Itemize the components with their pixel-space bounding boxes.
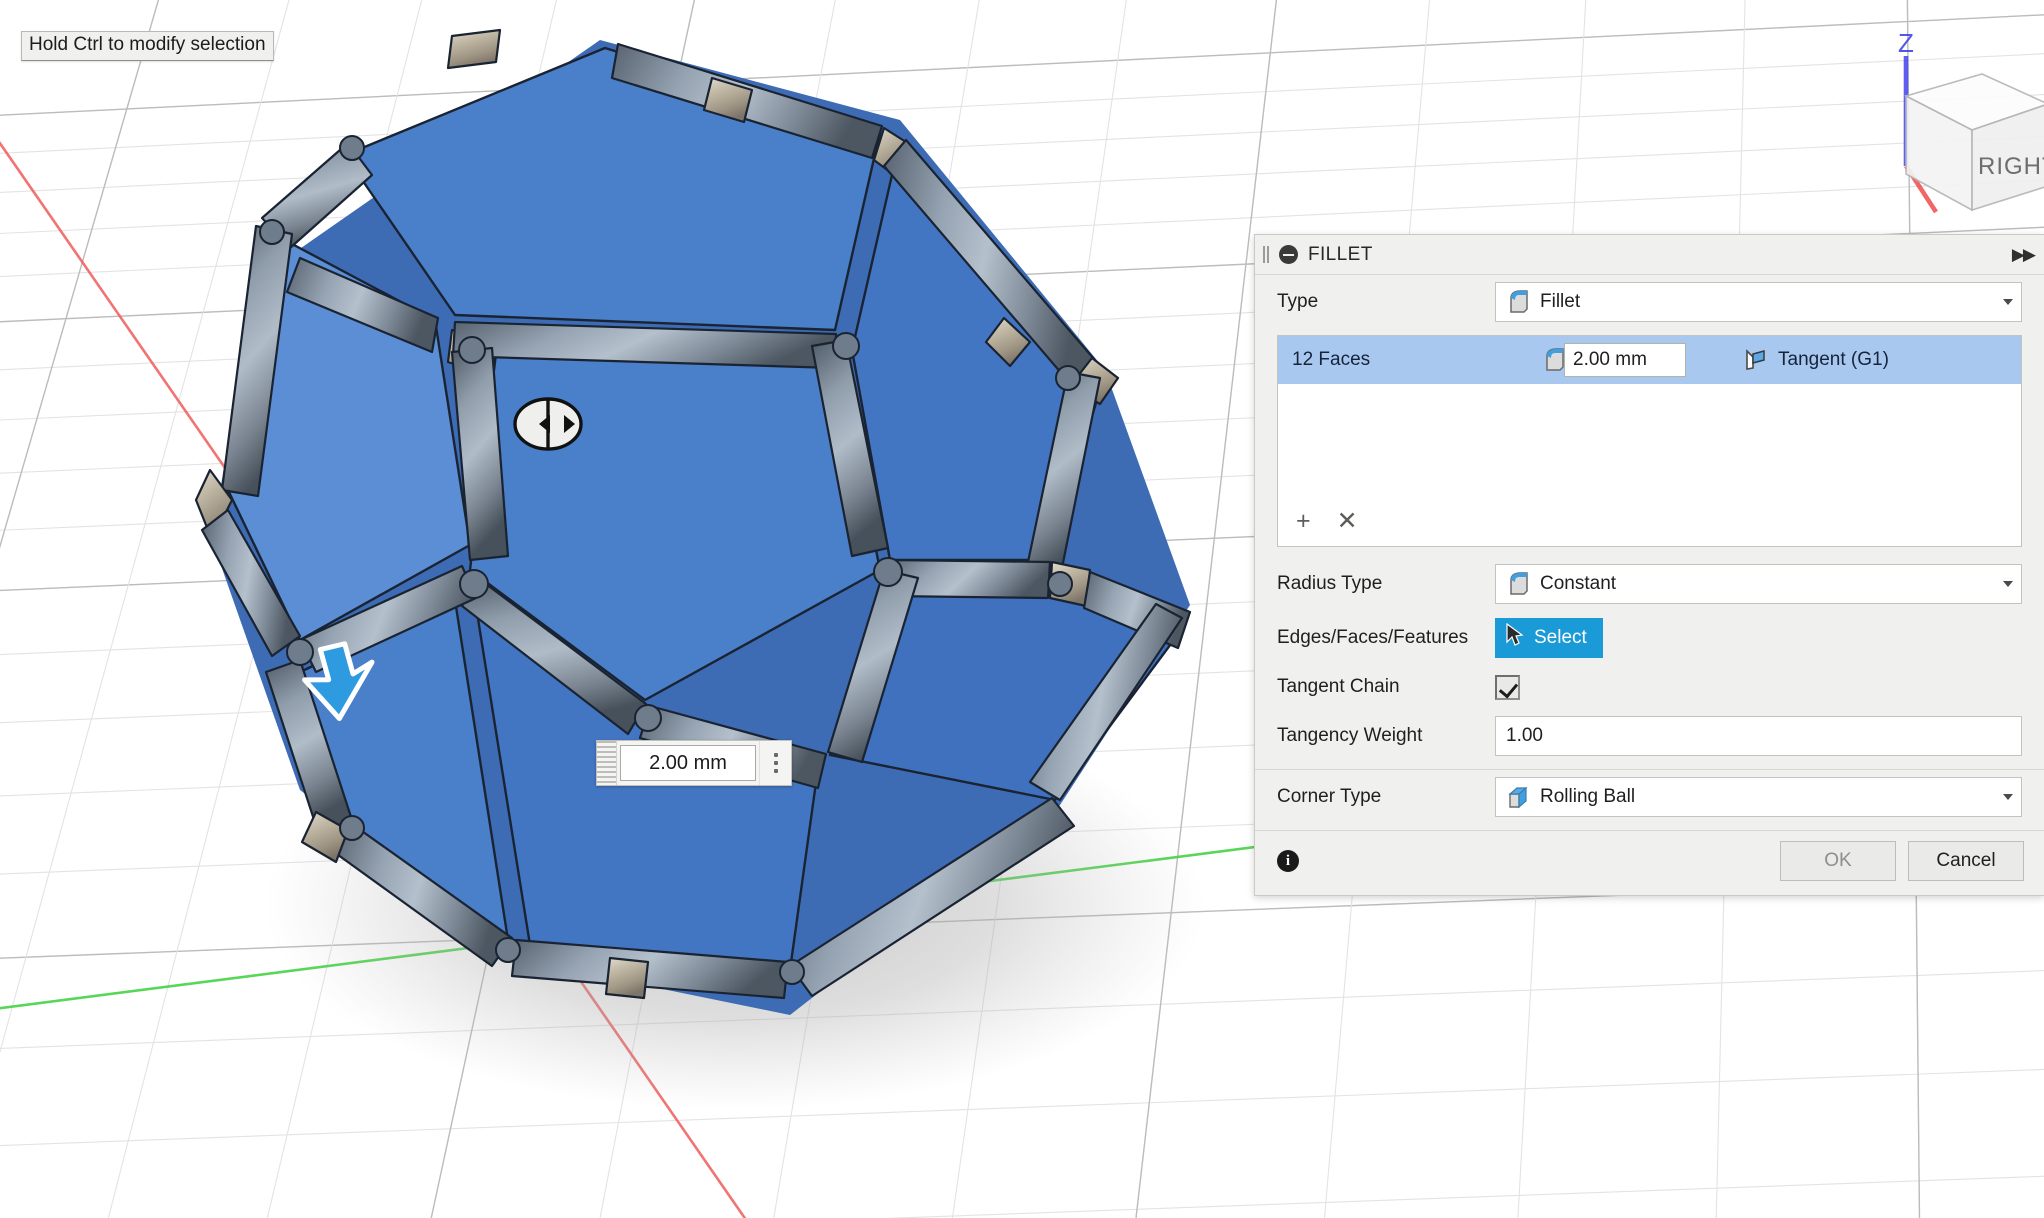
dialog-title-bar[interactable]: FILLET ▶▶ [1255,235,2044,275]
tangency-weight-input[interactable]: 1.00 [1495,716,2022,756]
dimension-grip-handle[interactable] [597,741,617,785]
type-dropdown[interactable]: Fillet [1495,282,2022,322]
row-radius-type: Radius Type Constant [1255,557,2044,611]
row-tangency-weight: Tangency Weight 1.00 [1255,709,2044,763]
cancel-button[interactable]: Cancel [1908,841,2024,881]
select-button[interactable]: Select [1495,618,1603,658]
dialog-grip-icon[interactable] [1263,246,1269,263]
cursor-arrow-icon [1505,623,1525,653]
fillet-icon [1506,289,1532,315]
chevron-down-icon[interactable] [2003,794,2013,800]
dimension-manipulator[interactable]: 2.00 mm [596,740,792,786]
constant-radius-icon [1506,571,1532,597]
double-arrow-drag-handle [515,399,581,449]
selection-hint-tooltip: Hold Ctrl to modify selection [21,31,274,61]
corner-type-dropdown[interactable]: Rolling Ball [1495,777,2022,817]
tangent-icon [1742,348,1768,372]
expand-chevron-icon[interactable]: ▶▶ [2012,245,2034,265]
view-cube: Z RIGHT [1898,28,2044,212]
radius-type-value: Constant [1540,573,1616,595]
select-button-label: Select [1534,627,1587,649]
dialog-footer: i OK Cancel [1255,830,2044,895]
tangent-chain-label: Tangent Chain [1277,676,1495,698]
axis-label-z: Z [1898,28,1914,58]
radius-type-label: Radius Type [1277,573,1495,595]
tangency-weight-label: Tangency Weight [1277,725,1495,747]
info-icon[interactable]: i [1277,850,1299,872]
radius-input[interactable]: 2.00 mm [1564,343,1686,377]
continuity-value: Tangent (G1) [1778,349,1889,371]
add-selection-button[interactable]: + [1296,509,1311,534]
radius-icon [1542,347,1568,373]
application-window: Z RIGHT Hold Ctrl to modify selection 2.… [0,0,2044,1218]
row-edges-faces-features: Edges/Faces/Features Select [1255,611,2044,665]
remove-selection-button[interactable]: ✕ [1337,509,1358,534]
corner-type-label: Corner Type [1277,786,1495,808]
table-row[interactable]: 12 Faces 2.00 mm [1278,336,2021,384]
row-type: Type Fillet [1255,275,2044,329]
row-tangent-chain: Tangent Chain [1255,665,2044,709]
radius-type-dropdown[interactable]: Constant [1495,564,2022,604]
row-corner-type: Corner Type Rolling Ball [1255,770,2044,824]
chevron-down-icon[interactable] [2003,299,2013,305]
type-value: Fillet [1540,291,1580,313]
corner-type-value: Rolling Ball [1540,786,1635,808]
collapse-icon[interactable] [1279,245,1298,264]
chevron-down-icon[interactable] [2003,581,2013,587]
edges-faces-features-label: Edges/Faces/Features [1277,627,1495,649]
dimension-overflow-menu-icon[interactable] [759,741,791,785]
selection-name: 12 Faces [1292,349,1542,371]
selection-actions: + ✕ [1278,506,2021,546]
fillet-dialog: FILLET ▶▶ Type Fillet [1254,234,2044,896]
dimension-value-input[interactable]: 2.00 mm [620,745,756,781]
dialog-title: FILLET [1308,244,1373,266]
ok-button[interactable]: OK [1780,841,1896,881]
view-cube-face-label: RIGHT [1978,153,2044,180]
type-label: Type [1277,291,1495,313]
rolling-ball-icon [1506,784,1532,810]
tangent-chain-checkbox[interactable] [1495,675,1520,700]
selection-list[interactable]: 12 Faces 2.00 mm [1277,335,2022,547]
